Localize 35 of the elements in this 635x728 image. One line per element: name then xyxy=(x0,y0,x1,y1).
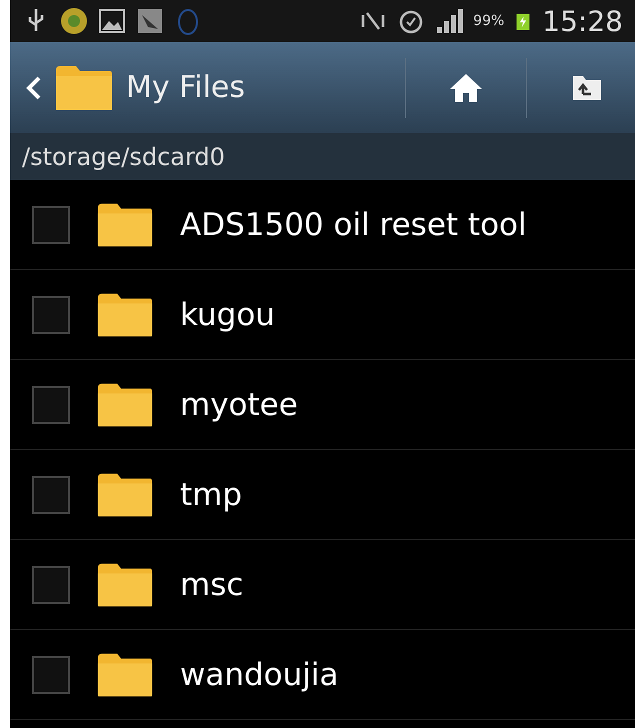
folder-name: msc xyxy=(180,566,244,602)
file-row[interactable]: wandoujia xyxy=(10,630,635,720)
folder-name: tmp xyxy=(180,476,242,512)
folder-icon xyxy=(96,382,154,426)
checkbox[interactable] xyxy=(32,206,70,244)
checkbox[interactable] xyxy=(32,386,70,424)
checkbox[interactable] xyxy=(32,656,70,694)
file-row[interactable]: tmp xyxy=(10,450,635,540)
home-icon xyxy=(448,72,484,104)
file-row[interactable]: msc xyxy=(10,540,635,630)
signal-icon xyxy=(435,7,464,35)
file-row[interactable]: myotee xyxy=(10,360,635,450)
clock-time: 15:28 xyxy=(542,4,623,38)
file-row[interactable]: kugou xyxy=(10,270,635,360)
image-icon xyxy=(98,7,126,35)
file-row[interactable]: ADS1500 oil reset tool xyxy=(10,180,635,270)
checkbox[interactable] xyxy=(32,296,70,334)
folder-name: myotee xyxy=(180,386,298,422)
app-icon xyxy=(60,7,88,35)
current-path: /storage/sdcard0 xyxy=(22,142,225,170)
checkbox[interactable] xyxy=(32,476,70,514)
folder-icon xyxy=(96,562,154,606)
app-title: My Files xyxy=(126,70,246,105)
checkbox[interactable] xyxy=(32,566,70,604)
folder-icon xyxy=(96,292,154,336)
app-icon xyxy=(136,7,164,35)
folder-icon xyxy=(96,202,154,246)
folder-name: wandoujia xyxy=(180,656,339,692)
back-icon[interactable] xyxy=(24,74,42,102)
battery-percent: 99% xyxy=(473,13,504,29)
folder-icon xyxy=(54,64,114,110)
folder-icon xyxy=(96,652,154,696)
folder-name: ADS1500 oil reset tool xyxy=(180,206,527,242)
folder-icon xyxy=(96,472,154,516)
folder-name: kugou xyxy=(180,296,275,332)
